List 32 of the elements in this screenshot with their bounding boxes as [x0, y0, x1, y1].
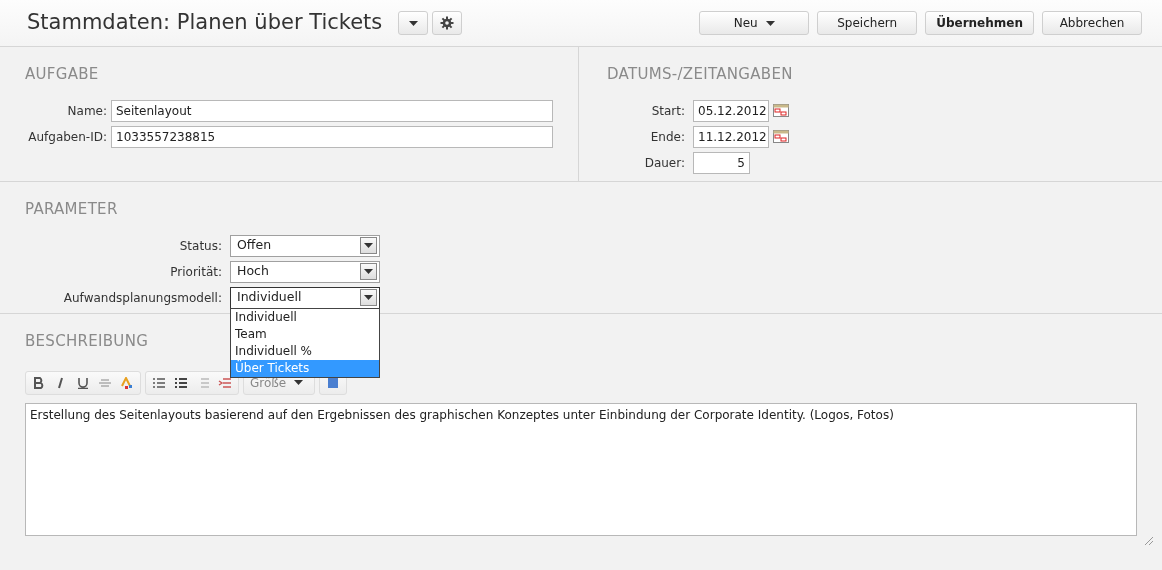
section-heading: AUFGABE [25, 64, 99, 85]
window-title: Stammdaten: Planen über Tickets [27, 9, 383, 37]
field-label: Status: [178, 237, 222, 255]
action-button[interactable]: Übernehmen [925, 11, 1034, 35]
field-label: Dauer: [643, 154, 685, 172]
dropdown-option[interactable]: Individuell % [231, 342, 379, 360]
field-label: Start: [650, 102, 685, 120]
dropdown-field[interactable]: Hoch [230, 260, 380, 283]
action-button[interactable]: Speichern [817, 11, 918, 35]
dropdown-value: Offen [237, 236, 272, 255]
field-label: Priorität: [169, 263, 222, 281]
field-label: Aufgaben-ID: [27, 128, 107, 146]
number-field[interactable]: 5 [693, 151, 750, 174]
section-heading: DATUMS-/ZEITANGABEN [607, 64, 793, 85]
field-label: Aufwandsplanungsmodell: [62, 289, 222, 307]
dropdown-field[interactable]: Individuell [230, 286, 380, 309]
field-label: Name: [66, 102, 107, 120]
dropdown-value: Individuell [237, 288, 302, 307]
text-field[interactable]: Seitenlayout [111, 99, 553, 122]
dropdown-value: Hoch [237, 262, 269, 281]
new-menu-button[interactable]: Neu [699, 11, 810, 35]
action-button[interactable]: Abbrechen [1042, 11, 1142, 35]
date-field[interactable]: 05.12.2012 [693, 99, 769, 122]
description-textarea[interactable]: Erstellung des Seitenlayouts basierend auf den Ergebnissen des graphischen Konzeptes unter Einbindung der Corporate Identity. (Logos, Fotos) [25, 402, 1137, 536]
section-heading: PARAMETER [25, 199, 118, 220]
field-label: Ende: [649, 128, 685, 146]
dropdown-field[interactable]: Offen [230, 234, 380, 257]
dropdown-option[interactable]: Team [231, 325, 379, 343]
date-field[interactable]: 11.12.2012 [693, 125, 769, 148]
dropdown-option[interactable]: Individuell [231, 308, 379, 326]
text-field[interactable]: 1033557238815 [111, 125, 553, 148]
section-heading: BESCHREIBUNG [25, 331, 149, 352]
